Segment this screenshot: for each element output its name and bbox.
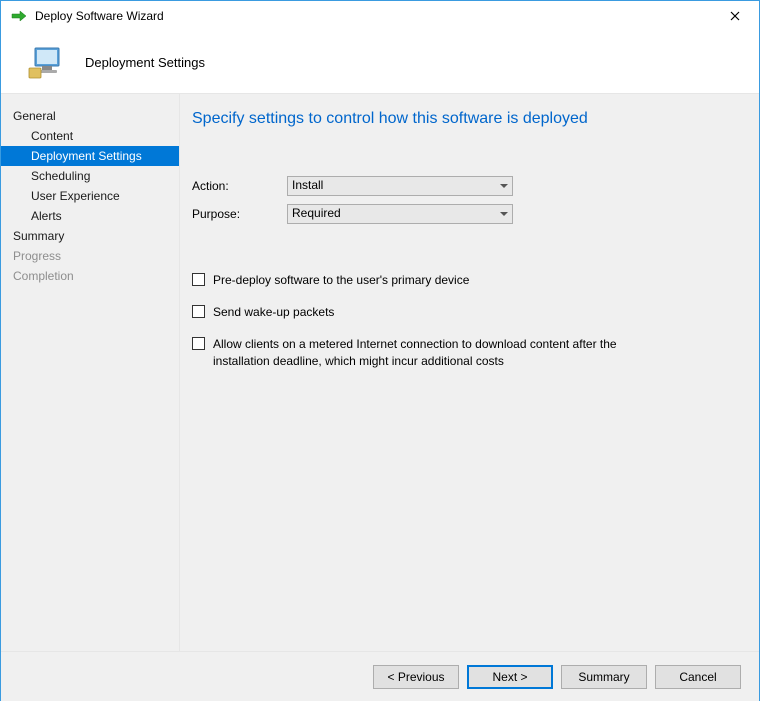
form-row-action: Action: Install	[192, 176, 729, 196]
summary-button[interactable]: Summary	[561, 665, 647, 689]
checkbox-predeploy[interactable]	[192, 273, 205, 286]
main-panel: Specify settings to control how this sof…	[179, 94, 759, 651]
next-button[interactable]: Next >	[467, 665, 553, 689]
sidebar-item-completion: Completion	[1, 266, 179, 286]
checkbox-row-metered: Allow clients on a metered Internet conn…	[192, 336, 729, 368]
form-row-purpose: Purpose: Required	[192, 204, 729, 224]
computer-deploy-icon	[27, 42, 67, 82]
header: Deployment Settings	[1, 31, 759, 93]
checkbox-metered[interactable]	[192, 337, 205, 350]
footer: < Previous Next > Summary Cancel	[1, 651, 759, 701]
sidebar-item-alerts[interactable]: Alerts	[1, 206, 179, 226]
checkbox-metered-label: Allow clients on a metered Internet conn…	[213, 336, 633, 368]
close-button[interactable]	[715, 3, 755, 29]
sidebar-item-progress: Progress	[1, 246, 179, 266]
checkbox-row-predeploy: Pre-deploy software to the user's primar…	[192, 272, 729, 288]
sidebar-item-deployment-settings[interactable]: Deployment Settings	[1, 146, 179, 166]
checkbox-predeploy-label: Pre-deploy software to the user's primar…	[213, 272, 469, 288]
checkbox-row-wakeup: Send wake-up packets	[192, 304, 729, 320]
checkbox-group: Pre-deploy software to the user's primar…	[192, 272, 729, 369]
sidebar-item-general[interactable]: General	[1, 106, 179, 126]
sidebar-item-scheduling[interactable]: Scheduling	[1, 166, 179, 186]
sidebar-item-summary[interactable]: Summary	[1, 226, 179, 246]
page-title: Deployment Settings	[85, 55, 205, 70]
checkbox-wakeup-label: Send wake-up packets	[213, 304, 334, 320]
sidebar-item-content[interactable]: Content	[1, 126, 179, 146]
sidebar: General Content Deployment Settings Sche…	[1, 94, 179, 651]
content-area: General Content Deployment Settings Sche…	[1, 94, 759, 651]
cancel-button[interactable]: Cancel	[655, 665, 741, 689]
main-heading: Specify settings to control how this sof…	[192, 110, 729, 128]
titlebar: Deploy Software Wizard	[1, 1, 759, 31]
action-select[interactable]: Install	[287, 176, 513, 196]
purpose-label: Purpose:	[192, 207, 287, 221]
purpose-select[interactable]: Required	[287, 204, 513, 224]
action-label: Action:	[192, 179, 287, 193]
checkbox-wakeup[interactable]	[192, 305, 205, 318]
previous-button[interactable]: < Previous	[373, 665, 459, 689]
window-title: Deploy Software Wizard	[35, 9, 715, 23]
sidebar-item-user-experience[interactable]: User Experience	[1, 186, 179, 206]
arrow-right-icon	[11, 8, 27, 24]
